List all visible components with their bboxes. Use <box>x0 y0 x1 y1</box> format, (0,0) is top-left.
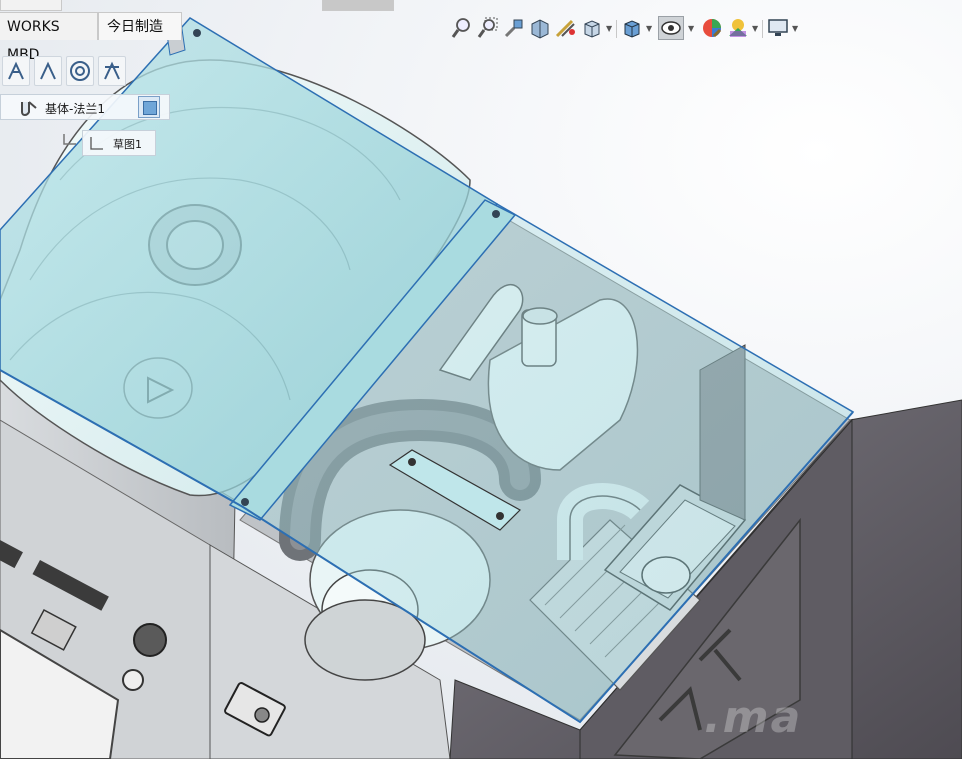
sketch-icon <box>90 137 103 150</box>
toolbar-separator <box>762 20 763 38</box>
door-lock <box>254 707 270 723</box>
zoom-to-area-icon <box>477 17 498 38</box>
zoom-to-fit-icon <box>451 18 470 38</box>
zoom-to-fit-button[interactable] <box>450 16 474 40</box>
tree-item-label: 基体-法兰1 <box>45 102 105 116</box>
line-button[interactable] <box>34 56 62 86</box>
apply-scene-icon <box>729 19 747 37</box>
chevron-down-icon[interactable]: ▼ <box>688 24 694 33</box>
chevron-down-icon[interactable]: ▼ <box>646 24 652 33</box>
chevron-down-icon[interactable]: ▼ <box>606 24 612 33</box>
view-settings-icon <box>768 19 788 36</box>
beam-bolt-corner <box>193 29 201 37</box>
indicator-light-2 <box>122 669 144 691</box>
graphics-area[interactable]: WORKS MBD 今日制造 基体-法兰1 草图1 ▼ ▼ ▼ ▼ ▼ .ma <box>0 0 962 759</box>
sketch-fillet-button[interactable] <box>98 56 126 86</box>
smart-dimension-button[interactable] <box>2 56 30 86</box>
indicator-light <box>133 623 167 657</box>
view-settings-button[interactable] <box>766 16 790 40</box>
bracket-bolt-1 <box>408 458 416 466</box>
tab-today-manufacturing[interactable]: 今日制造 <box>98 12 182 40</box>
beam-bolt-top <box>492 210 500 218</box>
watermark-text: .ma <box>704 692 803 743</box>
sketch-fillet-icon <box>104 61 120 80</box>
circle-button[interactable] <box>66 56 94 86</box>
chevron-down-icon[interactable]: ▼ <box>752 24 758 33</box>
tree-item-sketch[interactable]: 草图1 <box>82 130 156 156</box>
command-manager-tabs: WORKS MBD 今日制造 <box>0 0 394 63</box>
tree-connector-icon <box>63 134 76 145</box>
tab-solidworks-mbd[interactable]: WORKS MBD <box>0 12 98 63</box>
dynamic-annotation-views-icon <box>555 19 575 38</box>
display-style-icon <box>624 20 640 38</box>
dynamic-annotation-views-button[interactable] <box>554 16 578 40</box>
heads-up-view-toolbar: ▼ ▼ ▼ ▼ ▼ <box>448 14 808 44</box>
zoom-to-area-button[interactable] <box>476 16 500 40</box>
flyout-feature-tree: 基体-法兰1 草图1 <box>0 94 200 164</box>
hide-show-items-icon <box>661 21 681 35</box>
section-view-button[interactable] <box>528 16 552 40</box>
chevron-down-icon[interactable]: ▼ <box>792 24 798 33</box>
line-icon <box>40 61 56 80</box>
tab-strip-top-bar <box>0 0 62 11</box>
context-sketch-toolbar <box>0 56 135 90</box>
smart-dimension-icon <box>8 61 24 80</box>
apply-scene-button[interactable] <box>726 16 750 40</box>
tab-strip-top-bar-2 <box>322 0 394 11</box>
hide-show-items-button[interactable] <box>658 16 684 40</box>
view-orientation-icon <box>584 20 600 38</box>
previous-view-icon <box>504 19 523 38</box>
edit-appearance-icon <box>703 19 722 38</box>
select-component-button[interactable] <box>138 96 160 118</box>
circle-icon <box>70 61 90 81</box>
cube-icon <box>143 101 157 115</box>
edit-appearance-button[interactable] <box>700 16 724 40</box>
bracket-bolt-2 <box>496 512 504 520</box>
section-view-icon <box>531 19 549 39</box>
tab-label: 今日制造 <box>107 19 163 35</box>
toolbar-separator <box>616 20 617 38</box>
previous-view-button[interactable] <box>502 16 526 40</box>
display-style-button[interactable] <box>620 16 644 40</box>
view-orientation-button[interactable] <box>580 16 604 40</box>
sheet-metal-flange-icon <box>21 101 37 116</box>
tree-item-label: 草图1 <box>113 138 142 151</box>
beam-bolt-bottom <box>241 498 249 506</box>
